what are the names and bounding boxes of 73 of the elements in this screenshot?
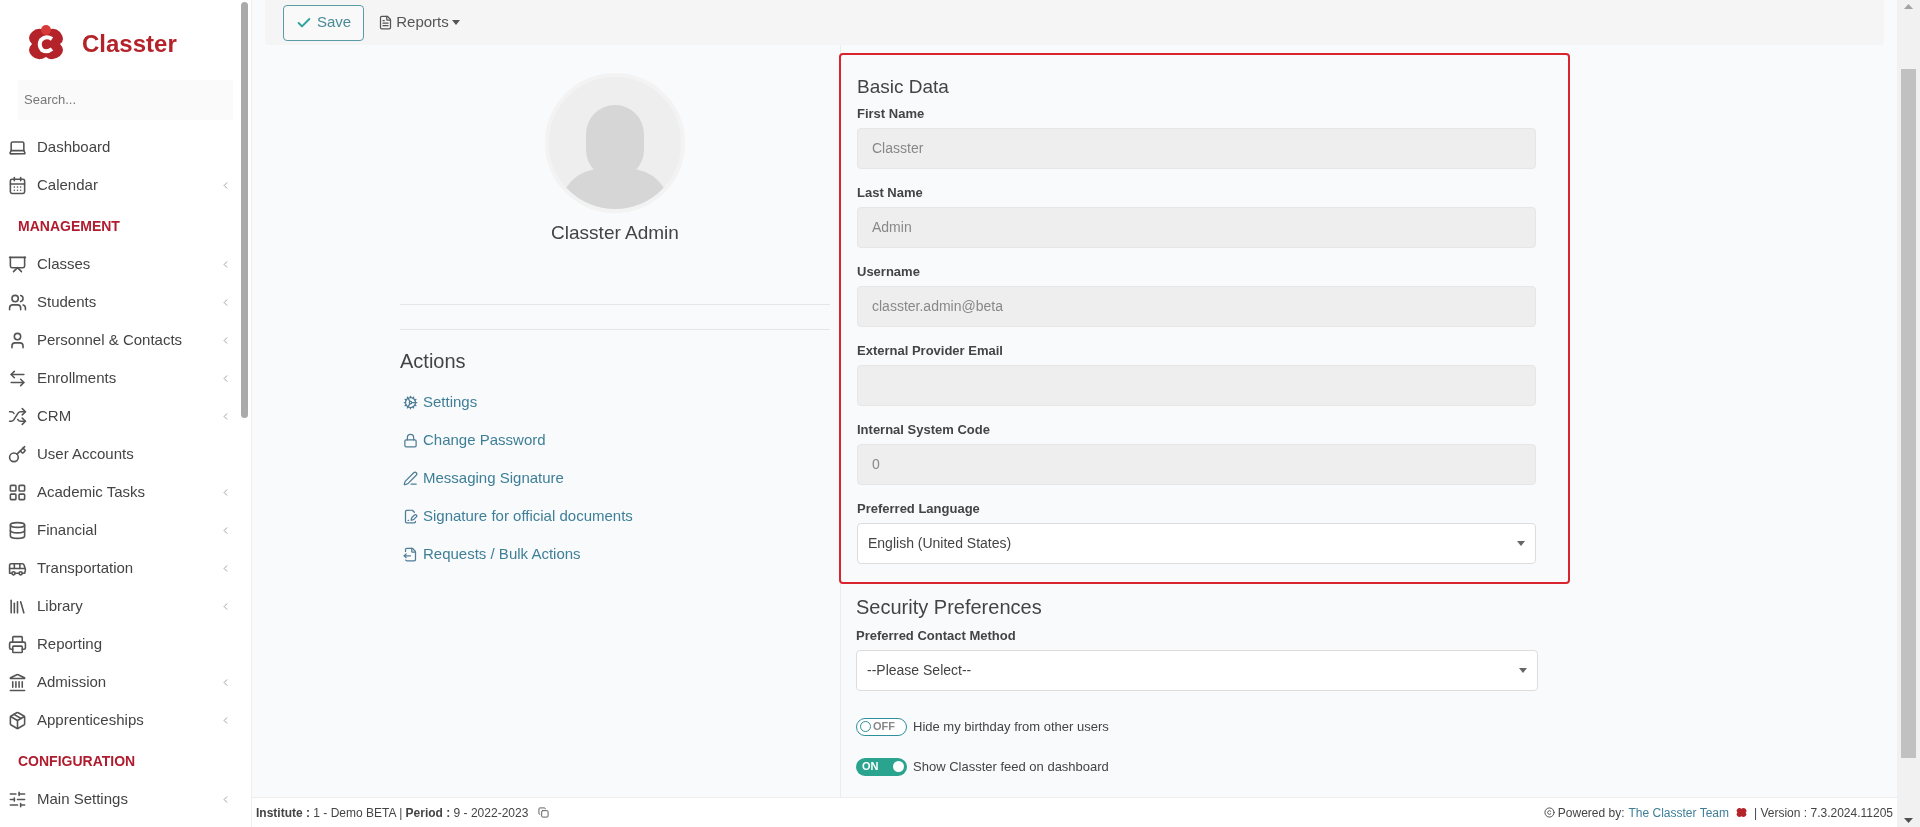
box-icon <box>8 710 27 730</box>
books-icon <box>8 596 27 616</box>
caret-icon <box>451 20 460 25</box>
nav-item[interactable]: Main Settings <box>0 780 237 818</box>
action-link[interactable]: Change Password <box>400 421 546 460</box>
nav-item[interactable]: Classes <box>0 245 237 283</box>
context-info: Institute : 1 - Demo BETA | Period : 9 - 2022-2023 <box>256 804 529 822</box>
field-label: Preferred Contact Method <box>856 627 1017 644</box>
dropdown-field[interactable]: --Please Select-- <box>856 649 1538 691</box>
dropdown-field[interactable]: English (United States) <box>857 522 1536 564</box>
nav-item[interactable]: Students <box>0 283 237 321</box>
toggle-label: Show Classter feed on dashboard <box>913 757 1109 776</box>
save-button[interactable]: Save <box>283 4 365 41</box>
copyright-icon <box>1543 807 1555 818</box>
nav-item[interactable]: Enrollments <box>0 359 237 397</box>
printer-icon <box>8 634 27 654</box>
scroll-up-arrow-icon[interactable] <box>1904 4 1913 9</box>
scroll-down-arrow-icon[interactable] <box>1904 818 1913 823</box>
nav-item[interactable]: User Accounts <box>0 435 237 473</box>
shuffle-icon <box>8 406 27 426</box>
nav-item[interactable]: Financial <box>0 511 237 549</box>
nav-item[interactable]: Dashboard <box>0 128 237 166</box>
field-label: Last Name <box>857 184 924 201</box>
nav-item[interactable]: Reporting <box>0 625 237 663</box>
team-link[interactable]: The Classter Team <box>1628 803 1729 822</box>
action-link[interactable]: Requests / Bulk Actions <box>400 535 581 574</box>
nav-item[interactable]: Admission <box>0 663 237 701</box>
profile-name: Classter Admin <box>551 221 679 245</box>
section-title: Security Preferences <box>856 594 1043 620</box>
action-link[interactable]: Signature for official documents <box>400 497 633 536</box>
sidebar-scrollbar[interactable] <box>241 2 248 418</box>
calendar-icon <box>8 175 27 195</box>
grid-icon <box>8 482 27 502</box>
nav-item[interactable]: Library <box>0 587 237 625</box>
document-arrow-icon <box>403 547 418 562</box>
nav-item[interactable]: Apprenticeships <box>0 701 237 739</box>
action-link[interactable]: Settings <box>400 383 478 422</box>
dropdown-arrow-icon <box>1517 540 1525 546</box>
page-scrollbar[interactable] <box>1897 0 1920 827</box>
copy-icon[interactable] <box>538 807 550 818</box>
section-header: MANAGEMENT <box>17 217 121 236</box>
field-label: Preferred Language <box>857 500 981 517</box>
toggle-switch[interactable]: OFF <box>856 717 907 736</box>
powered-by-text: Powered by: <box>1557 804 1625 822</box>
logo-text: Classter <box>82 29 177 59</box>
arrows-icon <box>8 368 27 388</box>
key-icon <box>8 444 27 464</box>
version-text: | Version : 7.3.2024.11205 <box>1754 804 1893 822</box>
reports-dropdown[interactable]: Reports <box>378 11 460 34</box>
section-title: Basic Data <box>857 75 950 99</box>
nav-item[interactable]: CRM <box>0 397 237 435</box>
field-label: Internal System Code <box>857 421 991 438</box>
search-field[interactable]: Search... <box>18 80 233 120</box>
section-header: CONFIGURATION <box>17 752 137 771</box>
actions-heading: Actions <box>400 348 467 374</box>
dropdown-arrow-icon <box>1519 667 1527 673</box>
field-label: External Provider Email <box>857 342 1004 359</box>
document-pen-icon <box>403 509 418 524</box>
field-label: Username <box>857 263 921 280</box>
lock-icon <box>403 433 418 448</box>
action-link[interactable]: Messaging Signature <box>400 459 564 498</box>
nav-item[interactable]: Calendar <box>0 166 237 204</box>
nav-item[interactable]: Personnel & Contacts <box>0 321 237 359</box>
nav-item[interactable]: Academic Tasks <box>0 473 237 511</box>
users-icon <box>8 292 27 312</box>
nav-item[interactable]: Transportation <box>0 549 237 587</box>
document-icon <box>378 15 394 30</box>
sliders-icon <box>8 789 27 809</box>
logo-icon <box>1735 806 1748 819</box>
field-label: First Name <box>857 105 926 122</box>
person-icon <box>8 330 27 350</box>
toggle-label: Hide my birthday from other users <box>913 717 1109 736</box>
building-icon <box>8 672 27 692</box>
